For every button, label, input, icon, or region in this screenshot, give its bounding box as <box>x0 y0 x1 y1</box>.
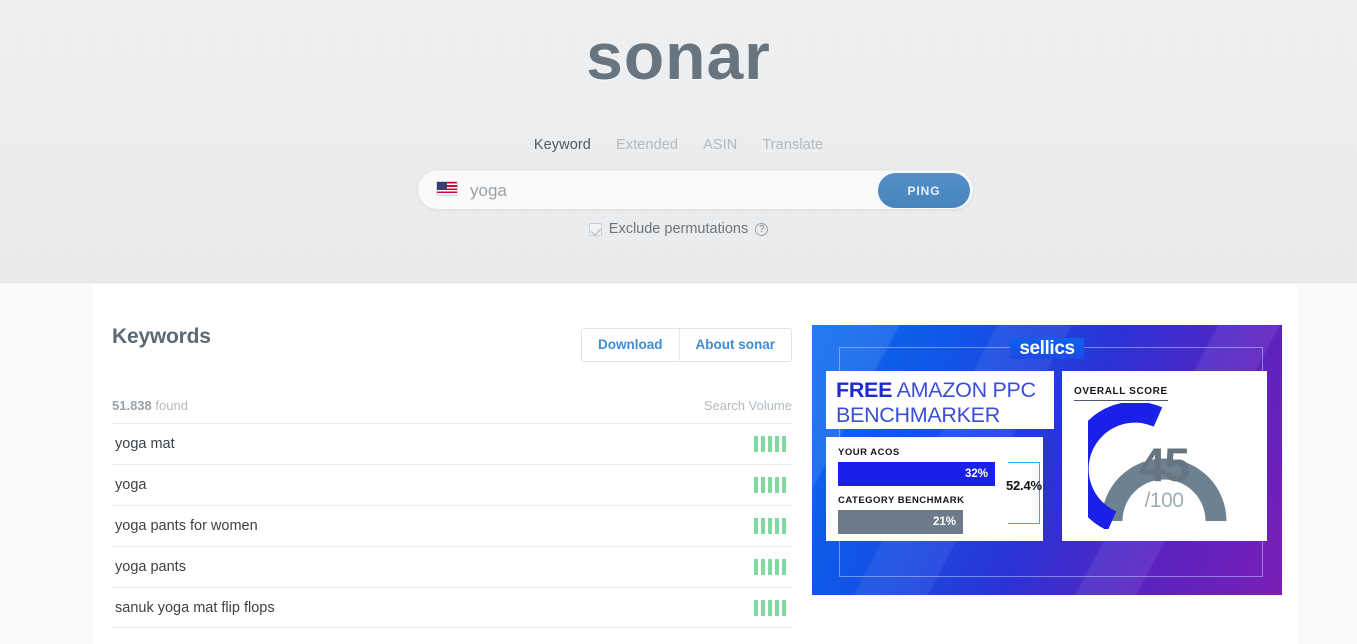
page-body: Keywords Download About sonar 51.838 fou… <box>0 284 1357 644</box>
banner-score-panel: OVERALL SCORE 45 /100 <box>1062 371 1267 541</box>
us-flag-icon[interactable] <box>436 181 458 196</box>
table-row[interactable]: yoga pants for women <box>112 505 792 546</box>
page-title: Keywords <box>112 325 211 348</box>
tab-translate[interactable]: Translate <box>762 136 823 155</box>
help-icon[interactable]: ? <box>755 222 769 236</box>
volume-bars <box>754 518 792 534</box>
score-label: OVERALL SCORE <box>1074 386 1168 401</box>
acos-bar: 32% <box>838 462 1031 486</box>
sellics-promo-banner[interactable]: sellics FREE AMAZON PPC BENCHMARKER YOUR… <box>812 325 1282 595</box>
search-mode-tabs: Keyword Extended ASIN Translate <box>0 136 1357 155</box>
keyword-label: yoga <box>115 477 147 493</box>
search-input[interactable] <box>470 170 850 211</box>
tab-extended[interactable]: Extended <box>616 136 678 155</box>
about-sonar-button[interactable]: About sonar <box>678 329 791 361</box>
exclude-permutations-checkbox[interactable] <box>588 222 602 236</box>
score-max: /100 <box>1144 489 1184 512</box>
content-card: Keywords Download About sonar 51.838 fou… <box>93 284 1297 644</box>
exclude-permutations-row: Exclude permutations ? <box>0 221 1357 237</box>
tab-keyword[interactable]: Keyword <box>534 136 591 155</box>
sellics-logo: sellics <box>812 338 1282 360</box>
keyword-label: sanuk yoga mat flip flops <box>115 599 275 616</box>
found-count: 51.838 found <box>112 398 188 413</box>
benchmark-label: CATEGORY BENCHMARK <box>838 495 965 506</box>
headline-rest: AMAZON PPC <box>892 378 1036 402</box>
table-row[interactable]: sanuk yoga mat flip flops <box>112 587 792 628</box>
search-bar: PING <box>417 169 974 211</box>
table-row[interactable]: yoga <box>112 464 792 505</box>
table-row[interactable]: yoga pants <box>112 546 792 587</box>
benchmark-bar: 21% <box>838 510 1031 534</box>
banner-headline: FREE AMAZON PPC BENCHMARKER <box>826 371 1054 429</box>
ping-button[interactable]: PING <box>878 173 970 208</box>
download-button[interactable]: Download <box>582 329 679 361</box>
search-container: PING <box>417 169 974 211</box>
keyword-label: yoga pants <box>115 559 186 575</box>
score-number: 45 <box>1139 438 1190 491</box>
volume-bars <box>754 559 792 575</box>
table-row[interactable]: yoga mat <box>112 423 792 464</box>
volume-bars <box>754 477 792 493</box>
tab-asin[interactable]: ASIN <box>703 136 737 155</box>
results-actions: Download About sonar <box>581 328 792 362</box>
volume-bars <box>754 599 792 616</box>
acos-label: YOUR ACOS <box>838 447 900 458</box>
app-header: sonar Keyword Extended ASIN Translate PI… <box>0 0 1357 283</box>
delta-connector <box>1008 462 1040 524</box>
results-meta: 51.838 found Search Volume <box>112 398 792 413</box>
keyword-label: yoga mat <box>115 436 175 452</box>
search-volume-header: Search Volume <box>703 398 792 413</box>
keyword-label: yoga pants for women <box>115 518 258 534</box>
headline-free: FREE <box>836 378 893 402</box>
volume-bars <box>754 436 792 452</box>
exclude-permutations-label: Exclude permutations <box>608 221 749 237</box>
keyword-list: yoga mat yoga yoga pants for women yoga … <box>112 423 792 628</box>
benchmark-value: 21% <box>838 510 963 534</box>
acos-value: 32% <box>838 462 995 486</box>
delta-value: 52.4% <box>1006 478 1042 493</box>
score-gauge: 45 /100 <box>1088 403 1240 529</box>
app-logo: sonar <box>586 19 771 93</box>
headline-line2: BENCHMARKER <box>836 403 1000 427</box>
